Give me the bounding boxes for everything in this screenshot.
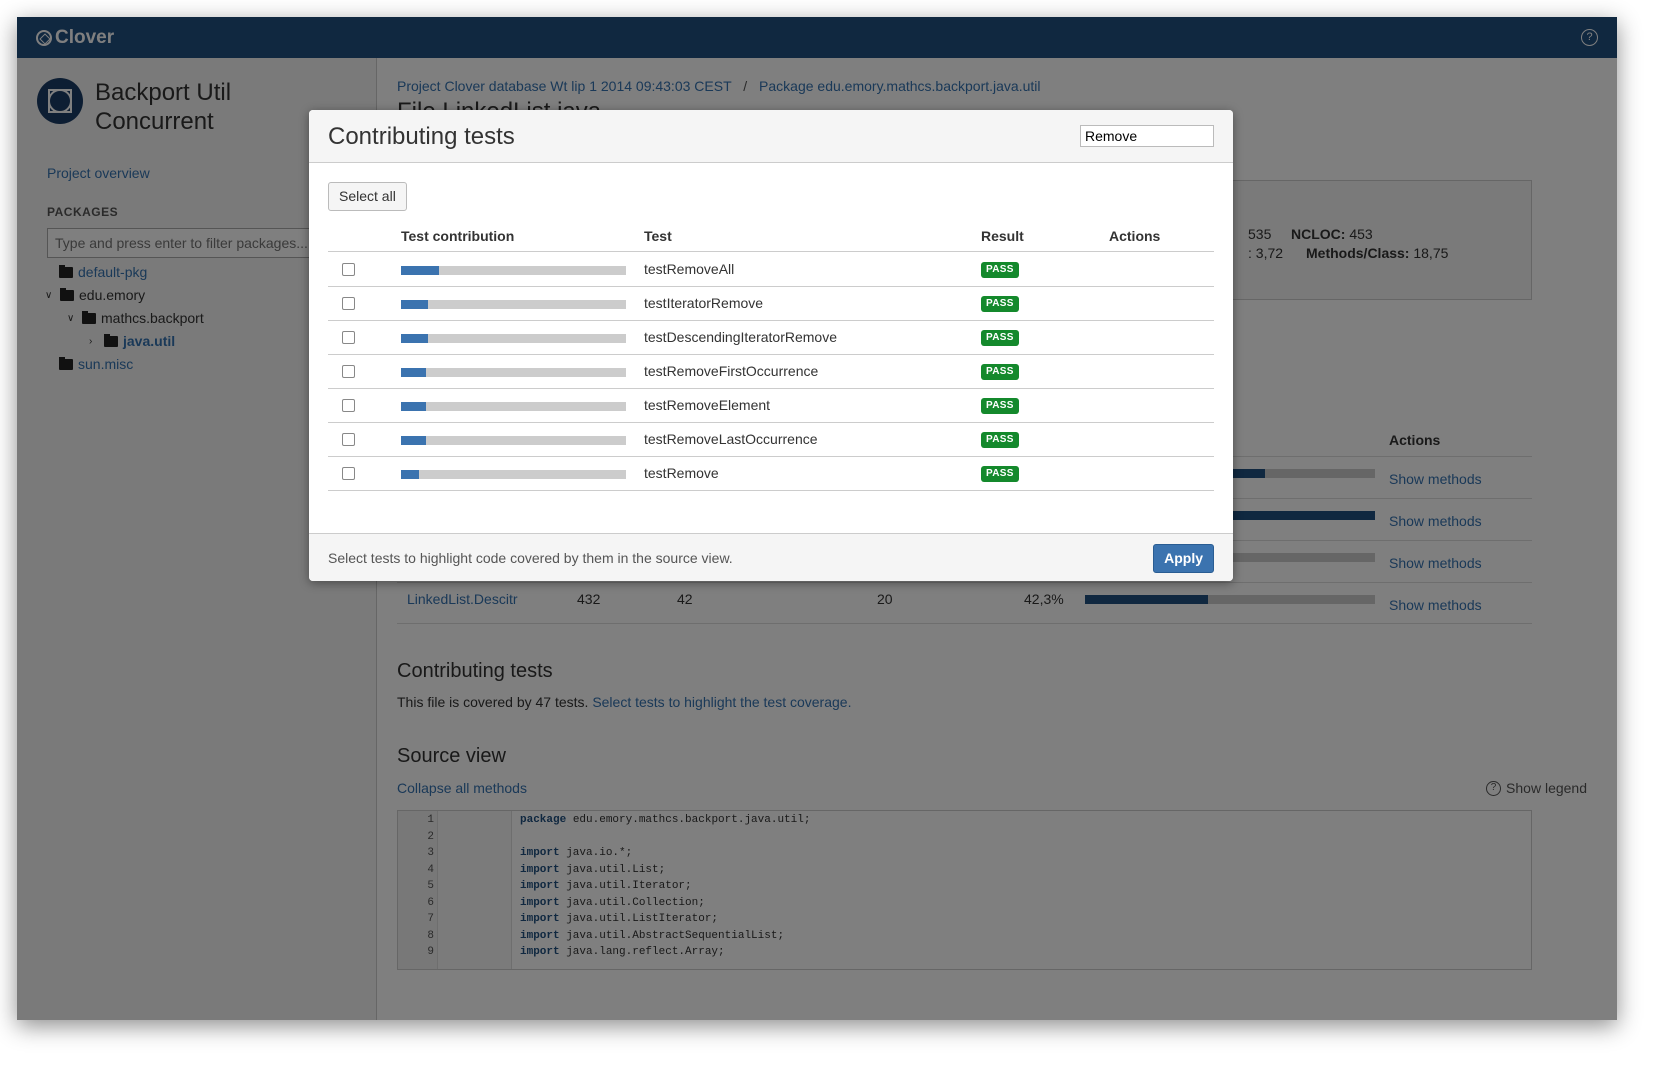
dialog-title: Contributing tests <box>328 123 515 150</box>
test-row[interactable]: testIteratorRemove PASS <box>328 287 1214 321</box>
column-header-test: Test <box>644 228 672 244</box>
test-checkbox[interactable] <box>342 263 355 276</box>
contribution-bar <box>401 470 626 479</box>
dialog-footer: Select tests to highlight code covered b… <box>309 533 1233 581</box>
test-name: testRemoveElement <box>644 397 771 413</box>
test-checkbox[interactable] <box>342 467 355 480</box>
contribution-bar <box>401 300 626 309</box>
test-name: testDescendingIteratorRemove <box>644 329 837 345</box>
result-badge: PASS <box>981 398 1019 414</box>
footer-hint: Select tests to highlight code covered b… <box>328 550 733 566</box>
contribution-bar <box>401 334 626 343</box>
test-row[interactable]: testRemoveFirstOccurrence PASS <box>328 355 1214 389</box>
test-filter-input[interactable] <box>1080 125 1214 147</box>
test-checkbox[interactable] <box>342 331 355 344</box>
test-row[interactable]: testRemoveElement PASS <box>328 389 1214 423</box>
test-checkbox[interactable] <box>342 297 355 310</box>
test-name: testIteratorRemove <box>644 295 764 311</box>
test-checkbox[interactable] <box>342 399 355 412</box>
contribution-bar-fill <box>401 266 440 275</box>
column-header-result: Result <box>981 228 1024 244</box>
contribution-bar <box>401 368 626 377</box>
test-row[interactable]: testRemoveAll PASS <box>328 253 1214 287</box>
result-badge: PASS <box>981 432 1019 448</box>
test-name: testRemoveAll <box>644 261 735 277</box>
result-badge: PASS <box>981 262 1019 278</box>
contribution-bar-fill <box>401 436 426 445</box>
column-header-contribution: Test contribution <box>401 228 515 244</box>
column-header-actions: Actions <box>1109 228 1161 244</box>
apply-button[interactable]: Apply <box>1153 544 1214 573</box>
contribution-bar <box>401 402 626 411</box>
contribution-bar-fill <box>401 300 428 309</box>
select-all-button[interactable]: Select all <box>328 182 407 211</box>
result-badge: PASS <box>981 296 1019 312</box>
test-row[interactable]: testRemoveLastOccurrence PASS <box>328 423 1214 457</box>
contributing-tests-dialog: Contributing tests Select all Test contr… <box>309 110 1233 581</box>
contribution-bar <box>401 266 626 275</box>
test-checkbox[interactable] <box>342 433 355 446</box>
result-badge: PASS <box>981 364 1019 380</box>
contribution-bar-fill <box>401 334 428 343</box>
contribution-bar-fill <box>401 402 426 411</box>
test-checkbox[interactable] <box>342 365 355 378</box>
test-name: testRemoveLastOccurrence <box>644 431 818 447</box>
app-window: Clover ? Backport Util Concurrent Projec… <box>17 17 1617 1020</box>
contribution-bar-fill <box>401 470 419 479</box>
test-name: testRemoveFirstOccurrence <box>644 363 819 379</box>
tests-table-header: Test contribution Test Result Actions <box>328 223 1214 252</box>
dialog-header: Contributing tests <box>309 110 1233 163</box>
contribution-bar <box>401 436 626 445</box>
result-badge: PASS <box>981 330 1019 346</box>
test-row[interactable]: testDescendingIteratorRemove PASS <box>328 321 1214 355</box>
result-badge: PASS <box>981 466 1019 482</box>
test-row[interactable]: testRemove PASS <box>328 457 1214 491</box>
contribution-bar-fill <box>401 368 426 377</box>
test-name: testRemove <box>644 465 719 481</box>
